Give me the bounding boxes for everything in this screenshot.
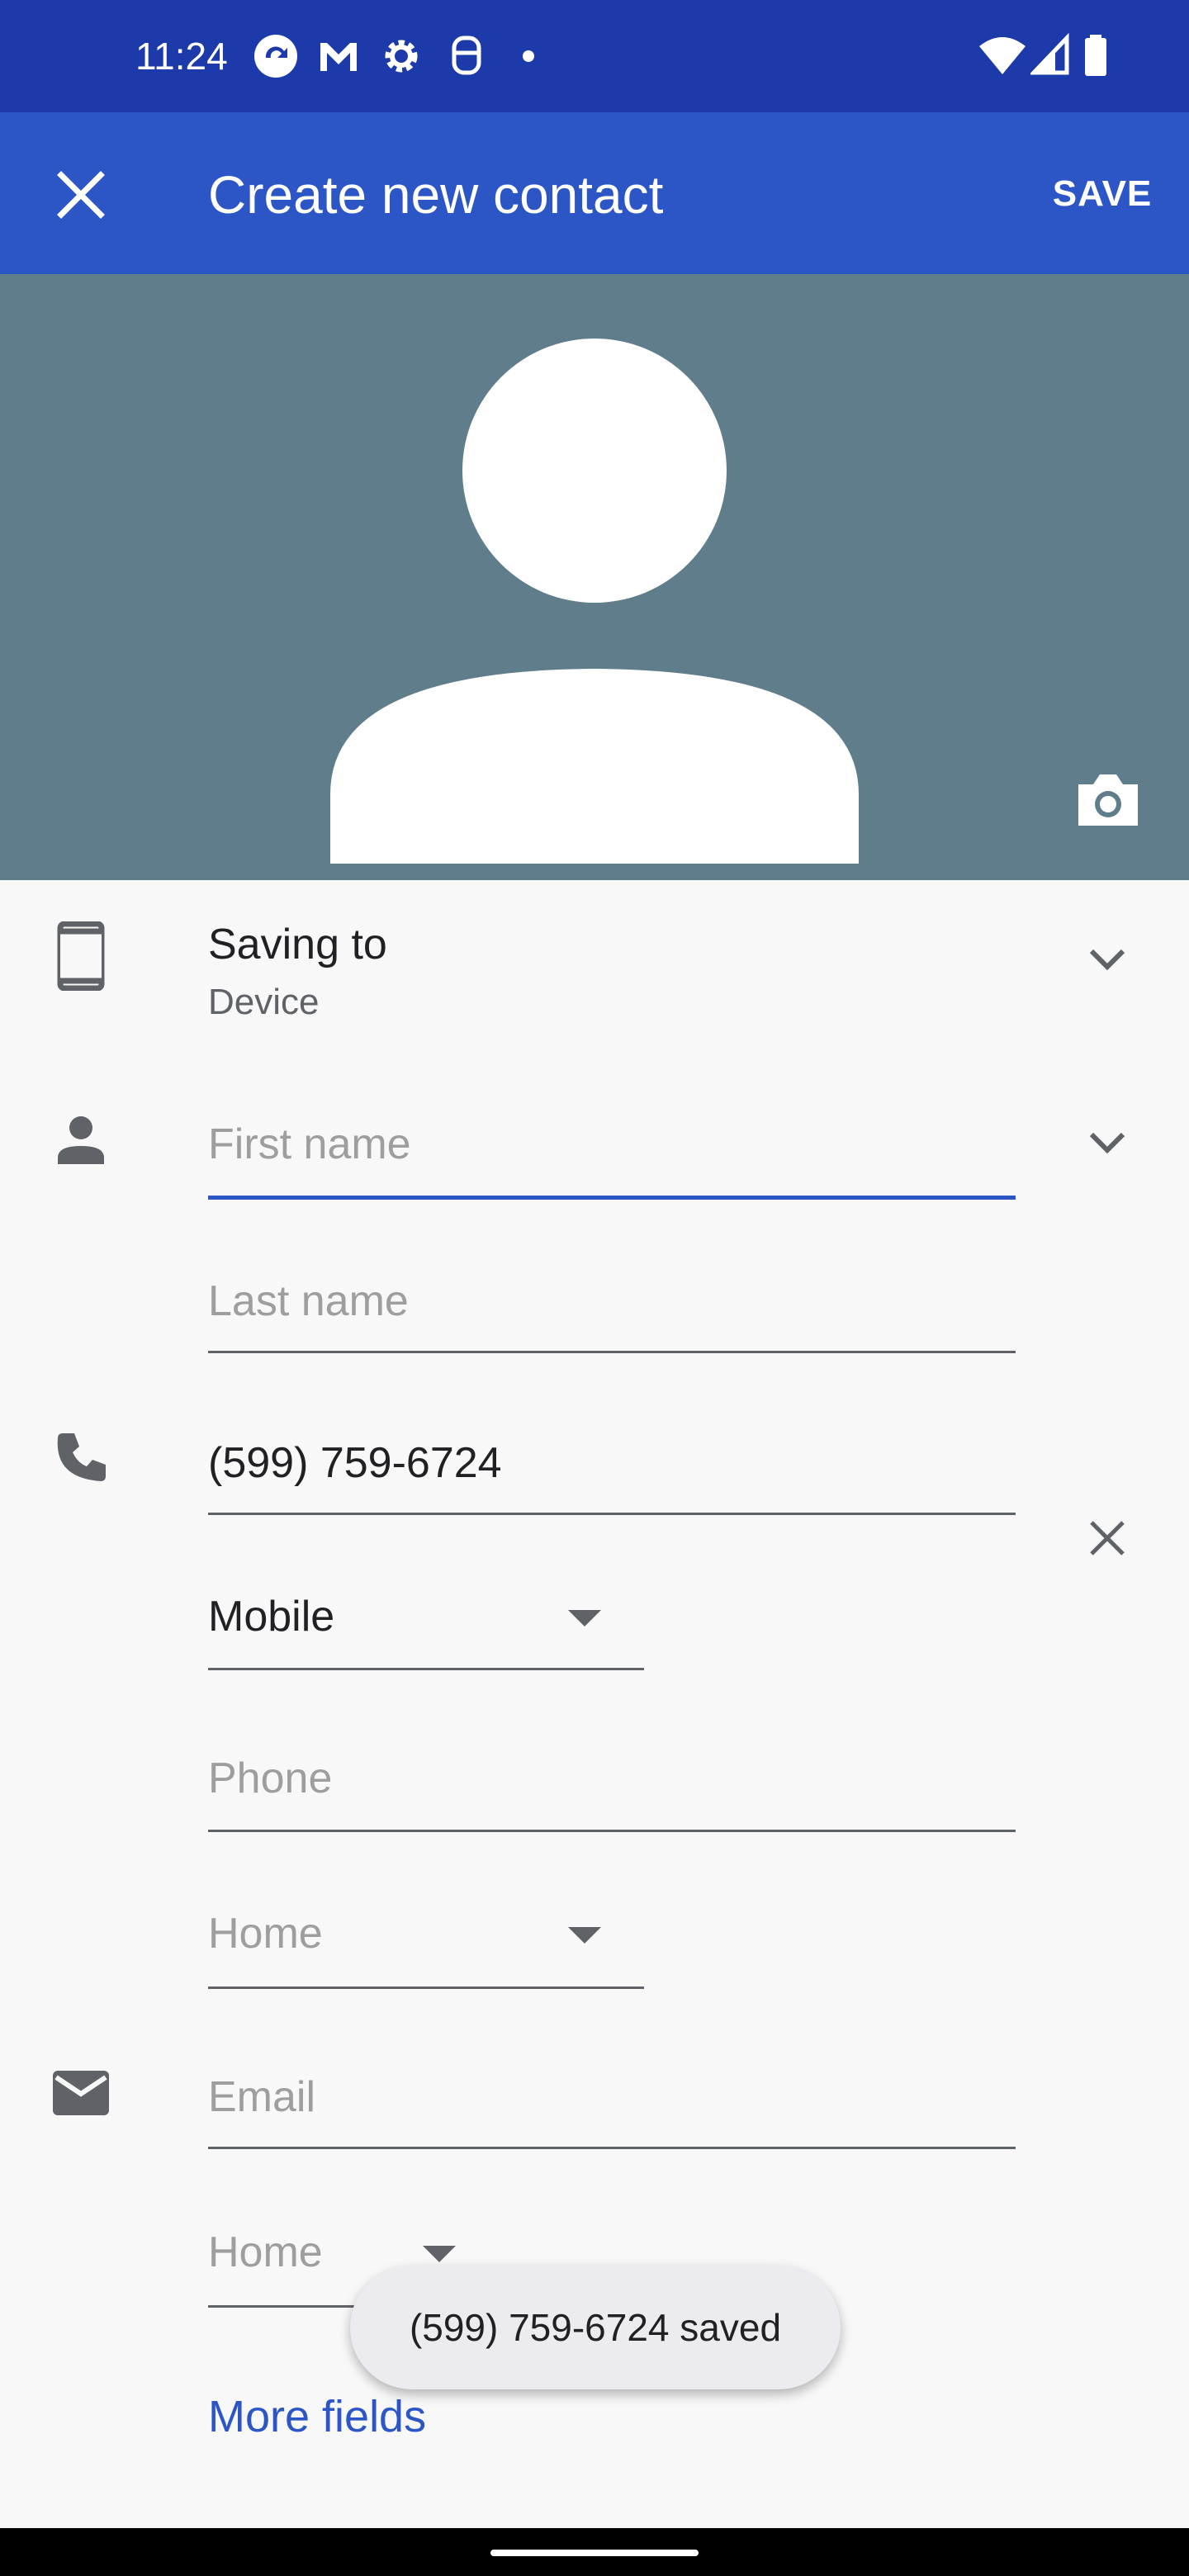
signal-icon [1030,33,1069,75]
sync-icon [254,35,297,78]
dropdown-arrow-icon[interactable] [421,2244,457,2264]
save-button[interactable]: SAVE [1024,165,1181,223]
contact-photo-area[interactable] [0,274,1189,880]
last-name-input[interactable]: Last name [208,1275,409,1328]
camera-icon[interactable] [1072,766,1144,832]
new-phone-type-select[interactable]: Home [208,1907,323,1960]
dot-icon [523,50,534,62]
email-underline [208,2147,1016,2149]
person-icon [58,1116,104,1164]
gmail-icon [320,43,357,71]
saving-to-value[interactable]: Device [208,979,320,1025]
clear-phone-icon[interactable] [1087,1518,1128,1559]
more-fields-button[interactable]: More fields [208,2389,426,2444]
status-time: 11:24 [135,35,228,78]
nfc-icon [452,36,481,75]
new-phone-underline [208,1830,1016,1832]
home-handle[interactable] [490,2550,699,2556]
email-icon [53,2071,109,2115]
close-icon[interactable] [48,162,114,228]
phone-icon [57,1433,106,1481]
new-phone-input[interactable]: Phone [208,1752,332,1805]
wifi-icon [979,37,1026,74]
settings-icon [385,40,418,73]
battery-icon [1085,35,1106,76]
snackbar: (599) 759-6724 saved [350,2266,841,2389]
dropdown-arrow-icon[interactable] [566,1925,603,1945]
person-silhouette-icon [330,339,859,864]
first-name-input[interactable]: First name [208,1118,411,1171]
chevron-down-icon[interactable] [1087,945,1128,974]
first-name-underline [208,1196,1016,1200]
email-type-select[interactable]: Home [208,2226,323,2279]
phone-input[interactable]: (599) 759-6724 [208,1437,502,1489]
dropdown-arrow-icon[interactable] [566,1608,603,1628]
phone-underline [208,1513,1016,1515]
phone-device-icon [57,921,105,991]
last-name-underline [208,1351,1016,1353]
phone-type-underline [208,1668,644,1670]
saving-to-label[interactable]: Saving to [208,918,387,971]
email-input[interactable]: Email [208,2071,315,2124]
new-phone-type-underline [208,1986,644,1989]
page-title: Create new contact [208,165,664,225]
phone-type-select[interactable]: Mobile [208,1590,334,1643]
chevron-down-icon[interactable] [1087,1128,1128,1158]
